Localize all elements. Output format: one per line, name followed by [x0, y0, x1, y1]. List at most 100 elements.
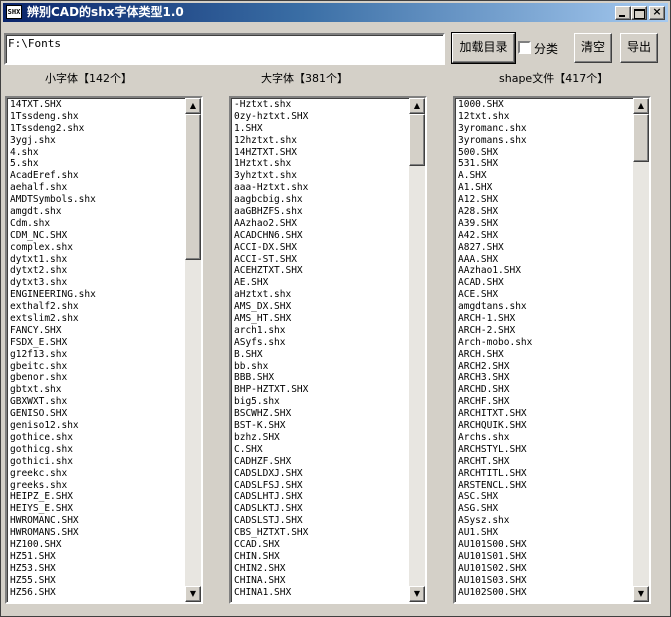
list-item[interactable]: AU102S00.SHX: [457, 587, 635, 599]
list-item[interactable]: CHIN2.SHX: [233, 563, 411, 575]
big-fonts-scrollbar[interactable]: ▲ ▼: [409, 98, 425, 602]
list-item[interactable]: ASyfs.shx: [233, 337, 411, 349]
list-item[interactable]: ASC.SHX: [457, 491, 635, 503]
list-item[interactable]: HEIPZ_E.SHX: [9, 491, 187, 503]
list-item[interactable]: HWROMANC.SHX: [9, 515, 187, 527]
list-item[interactable]: dytxt2.shx: [9, 265, 187, 277]
maximize-button[interactable]: [631, 6, 647, 20]
list-item[interactable]: 1000.SHX: [457, 99, 635, 111]
scroll-thumb[interactable]: [409, 114, 425, 166]
list-item[interactable]: AMDTSymbols.shx: [9, 194, 187, 206]
list-item[interactable]: Archs.shx: [457, 432, 635, 444]
list-item[interactable]: CHINA.SHX: [233, 575, 411, 587]
list-item[interactable]: AAzhao1.SHX: [457, 265, 635, 277]
list-item[interactable]: 1Tssdeng2.shx: [9, 123, 187, 135]
shape-files-scrollbar[interactable]: ▲ ▼: [633, 98, 649, 602]
classify-checkbox[interactable]: [518, 41, 531, 54]
list-item[interactable]: greeks.shx: [9, 480, 187, 492]
list-item[interactable]: CADSLDXJ.SHX: [233, 468, 411, 480]
list-item[interactable]: FSDX_E.SHX: [9, 337, 187, 349]
list-item[interactable]: AU1.SHX: [457, 527, 635, 539]
list-item[interactable]: Cdm.shx: [9, 218, 187, 230]
list-item[interactable]: AU101S01.SHX: [457, 551, 635, 563]
list-item[interactable]: extslim2.shx: [9, 313, 187, 325]
list-item[interactable]: gothice.shx: [9, 432, 187, 444]
list-item[interactable]: 1Hztxt.shx: [233, 158, 411, 170]
list-item[interactable]: big5.shx: [233, 396, 411, 408]
list-item[interactable]: gothici.shx: [9, 456, 187, 468]
list-item[interactable]: complex.shx: [9, 242, 187, 254]
list-item[interactable]: ARSTENCL.SHX: [457, 480, 635, 492]
list-item[interactable]: ACAD.SHX: [457, 277, 635, 289]
list-item[interactable]: A.SHX: [457, 170, 635, 182]
list-item[interactable]: HZ56.SHX: [9, 587, 187, 599]
list-item[interactable]: aaGBHZFS.shx: [233, 206, 411, 218]
list-item[interactable]: bzhz.SHX: [233, 432, 411, 444]
list-item[interactable]: CADSLHTJ.SHX: [233, 491, 411, 503]
list-item[interactable]: amgdt.shx: [9, 206, 187, 218]
list-item[interactable]: 3yromans.shx: [457, 135, 635, 147]
list-item[interactable]: 14TXT.SHX: [9, 99, 187, 111]
list-item[interactable]: B.SHX: [233, 349, 411, 361]
list-item[interactable]: ARCHF.SHX: [457, 396, 635, 408]
list-item[interactable]: 12txt.shx: [457, 111, 635, 123]
list-item[interactable]: A39.SHX: [457, 218, 635, 230]
list-item[interactable]: A827.SHX: [457, 242, 635, 254]
list-item[interactable]: greekc.shx: [9, 468, 187, 480]
list-item[interactable]: arch1.shx: [233, 325, 411, 337]
scroll-up-icon[interactable]: ▲: [409, 98, 425, 114]
list-item[interactable]: g12f13.shx: [9, 349, 187, 361]
list-item[interactable]: ACEHZTXT.SHX: [233, 265, 411, 277]
list-item[interactable]: bb.shx: [233, 361, 411, 373]
list-item[interactable]: exthalf2.shx: [9, 301, 187, 313]
list-item[interactable]: ARCH-1.SHX: [457, 313, 635, 325]
list-item[interactable]: A12.SHX: [457, 194, 635, 206]
list-item[interactable]: 14HZTXT.SHX: [233, 147, 411, 159]
list-item[interactable]: ARCHSTYL.SHX: [457, 444, 635, 456]
list-item[interactable]: ARCH2.SHX: [457, 361, 635, 373]
list-item[interactable]: gbenor.shx: [9, 372, 187, 384]
list-item[interactable]: AU101S02.SHX: [457, 563, 635, 575]
list-item[interactable]: ASysz.shx: [457, 515, 635, 527]
list-item[interactable]: dytxt1.shx: [9, 254, 187, 266]
list-item[interactable]: 0zy-hztxt.SHX: [233, 111, 411, 123]
list-item[interactable]: A28.SHX: [457, 206, 635, 218]
list-item[interactable]: BST-K.SHX: [233, 420, 411, 432]
list-item[interactable]: CADSLSTJ.SHX: [233, 515, 411, 527]
list-item[interactable]: ARCH-2.SHX: [457, 325, 635, 337]
list-item[interactable]: ENGINEERING.shx: [9, 289, 187, 301]
list-item[interactable]: dytxt3.shx: [9, 277, 187, 289]
list-item[interactable]: BSCWHZ.SHX: [233, 408, 411, 420]
list-item[interactable]: 531.SHX: [457, 158, 635, 170]
list-item[interactable]: ARCHT.SHX: [457, 456, 635, 468]
list-item[interactable]: gbeitc.shx: [9, 361, 187, 373]
list-item[interactable]: -Hztxt.shx: [233, 99, 411, 111]
list-item[interactable]: AAzhao2.SHX: [233, 218, 411, 230]
scroll-down-icon[interactable]: ▼: [185, 586, 201, 602]
shape-files-list[interactable]: 1000.SHX 12txt.shx 3yromanc.shx 3yromans.sh…: [453, 96, 651, 604]
list-item[interactable]: 1.SHX: [233, 123, 411, 135]
list-item[interactable]: CCAD.SHX: [233, 539, 411, 551]
list-item[interactable]: BHP-HZTXT.SHX: [233, 384, 411, 396]
list-item[interactable]: A1.SHX: [457, 182, 635, 194]
list-item[interactable]: CBS_HZTXT.SHX: [233, 527, 411, 539]
list-item[interactable]: CADSLFSJ.SHX: [233, 480, 411, 492]
list-item[interactable]: amgdtans.shx: [457, 301, 635, 313]
list-item[interactable]: HWROMANS.SHX: [9, 527, 187, 539]
list-item[interactable]: aehalf.shx: [9, 182, 187, 194]
list-item[interactable]: aaa-Hztxt.shx: [233, 182, 411, 194]
list-item[interactable]: AMS_HT.SHX: [233, 313, 411, 325]
scroll-thumb[interactable]: [185, 114, 201, 260]
list-item[interactable]: ARCHTITL.SHX: [457, 468, 635, 480]
list-item[interactable]: ARCH.SHX: [457, 349, 635, 361]
list-item[interactable]: 3ygj.shx: [9, 135, 187, 147]
list-item[interactable]: AAA.SHX: [457, 254, 635, 266]
small-fonts-scrollbar[interactable]: ▲ ▼: [185, 98, 201, 602]
scroll-up-icon[interactable]: ▲: [633, 98, 649, 114]
list-item[interactable]: GENISO.SHX: [9, 408, 187, 420]
list-item[interactable]: HEIYS_E.SHX: [9, 503, 187, 515]
list-item[interactable]: 500.SHX: [457, 147, 635, 159]
list-item[interactable]: 3yhztxt.shx: [233, 170, 411, 182]
list-item[interactable]: 1Tssdeng.shx: [9, 111, 187, 123]
list-item[interactable]: gothicg.shx: [9, 444, 187, 456]
